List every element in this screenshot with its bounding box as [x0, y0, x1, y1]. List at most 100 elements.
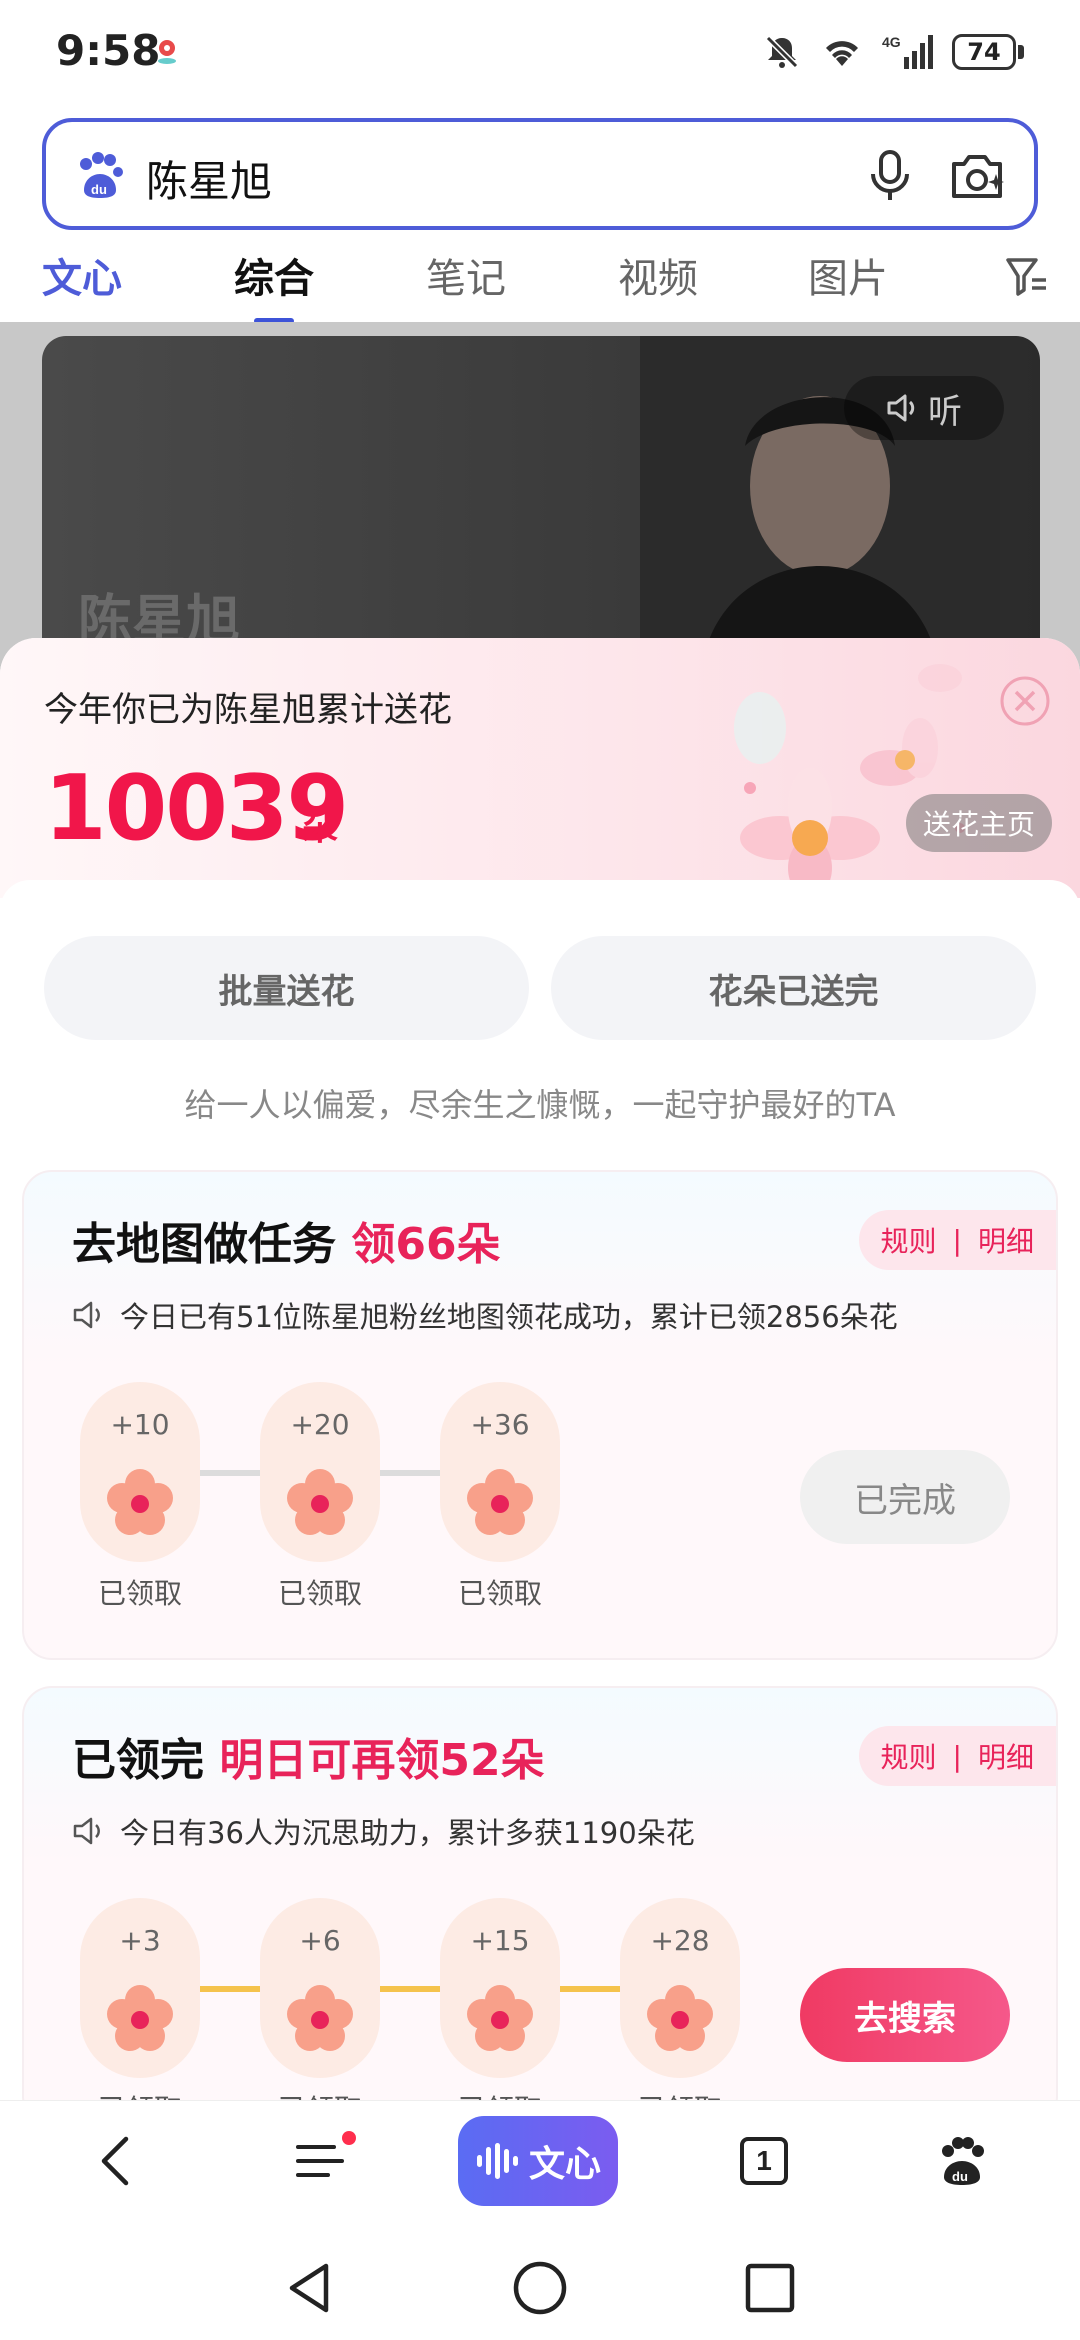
search-tabs: 文心 综合 笔记 视频 图片 — [0, 240, 1080, 324]
browser-bottom-nav: 文心 1 du — [0, 2100, 1080, 2220]
step-connector — [196, 1470, 264, 1476]
nav-recents-icon[interactable] — [740, 2258, 800, 2318]
filter-icon[interactable] — [1004, 254, 1050, 298]
map-step: +36 已领取 — [440, 1382, 560, 1612]
search-step: +28 已领取 — [620, 1898, 740, 2100]
flower-icon — [107, 1985, 173, 2051]
speaker-icon — [887, 394, 915, 422]
svg-text:du: du — [952, 2169, 968, 2184]
tab-count: 1 — [756, 2145, 772, 2176]
microphone-icon[interactable] — [864, 148, 916, 204]
go-search-button[interactable]: 去搜索 — [800, 1968, 1010, 2062]
wenxin-button[interactable]: 文心 — [458, 2116, 618, 2206]
flower-icon — [647, 1985, 713, 2051]
map-task-card: 去地图做任务 领66朵 规则 | 明细 今日已有51位陈星旭粉丝地图领花成功，累… — [22, 1170, 1058, 1660]
tagline: 给一人以偏爱，尽余生之慷慨，一起守护最好的TA — [184, 1086, 896, 1124]
sheet-header: 今年你已为陈星旭累计送花 10039 朵 送花主页 — [0, 638, 1080, 898]
mute-icon — [765, 35, 799, 69]
close-icon[interactable] — [998, 674, 1052, 728]
step-connector — [556, 1986, 624, 1992]
search-task-title-highlight: 明日可再领52朵 — [219, 1735, 545, 1786]
tab-videos[interactable]: 视频 — [618, 246, 698, 304]
step-status: 已领取 — [260, 2088, 380, 2100]
tab-all[interactable]: 综合 — [234, 246, 314, 324]
search-bar[interactable]: du 陈星旭 — [42, 118, 1038, 230]
sheet-title: 今年你已为陈星旭累计送花 — [44, 690, 452, 730]
map-task-notice-text: 今日已有51位陈星旭粉丝地图领花成功，累计已领2856朵花 — [120, 1300, 898, 1334]
wenxin-button-label: 文心 — [528, 2144, 601, 2185]
svg-text:4G: 4G — [882, 34, 901, 50]
search-task-title-prefix: 已领完 — [72, 1735, 204, 1786]
step-connector — [376, 1470, 444, 1476]
menu-icon — [296, 2145, 344, 2177]
search-input[interactable]: 陈星旭 — [146, 148, 272, 209]
map-step: +20 已领取 — [260, 1382, 380, 1612]
tab-images[interactable]: 图片 — [808, 246, 888, 304]
step-status: 已领取 — [277, 1577, 362, 1610]
task-completed-button[interactable]: 已完成 — [800, 1450, 1010, 1544]
search-task-notice-text: 今日有36人为沉思助力，累计多获1190朵花 — [120, 1816, 695, 1850]
step-status: 已领取 — [620, 2088, 740, 2100]
rules-separator: | — [952, 1223, 962, 1257]
search-task-rules: 规则 | 明细 — [858, 1726, 1056, 1786]
map-task-rules: 规则 | 明细 — [858, 1210, 1056, 1270]
step-status: 已领取 — [440, 2088, 560, 2100]
step-bonus: +6 — [299, 1924, 341, 1957]
nav-home-icon[interactable] — [510, 2258, 570, 2318]
status-time: 9:58 — [56, 26, 161, 75]
rules-link[interactable]: 规则 — [881, 1220, 937, 1260]
hero-card: 陈星旭 听 — [42, 336, 1040, 676]
system-nav — [0, 2220, 1080, 2340]
step-bonus: +15 — [470, 1924, 530, 1957]
back-arrow-icon — [101, 2136, 129, 2186]
baidu-home-button[interactable]: du — [932, 2125, 992, 2197]
step-bonus: +3 — [119, 1924, 161, 1957]
map-task-title-highlight: 领66朵 — [351, 1219, 501, 1270]
step-bonus: +10 — [110, 1408, 170, 1441]
tab-all-label: 综合 — [234, 256, 314, 302]
battery-level: 74 — [967, 38, 1001, 66]
camera-icon[interactable] — [948, 148, 1006, 204]
search-step: +15 已领取 — [440, 1898, 560, 2100]
step-bonus: +28 — [650, 1924, 710, 1957]
step-bonus: +20 — [290, 1408, 350, 1441]
details-link[interactable]: 明细 — [978, 1736, 1034, 1776]
map-step: +10 已领取 — [80, 1382, 200, 1612]
rules-separator: | — [952, 1739, 962, 1773]
details-link[interactable]: 明细 — [978, 1220, 1034, 1260]
battery-indicator: 74 — [952, 34, 1024, 70]
search-task-card: 已领完 明日可再领52朵 规则 | 明细 今日有36人为沉思助力，累计多获119… — [22, 1686, 1058, 2100]
flowers-used-up-button[interactable]: 花朵已送完 — [551, 936, 1036, 1040]
sheet-body: 批量送花 花朵已送完 给一人以偏爱，尽余生之慷慨，一起守护最好的TA 去地图做任… — [0, 880, 1080, 2100]
search-step: +3 已领取 — [80, 1898, 200, 2100]
wenxin-wave-icon — [476, 2143, 518, 2179]
tab-count-icon: 1 — [740, 2137, 788, 2185]
wifi-icon — [826, 41, 858, 66]
action-pills: 批量送花 花朵已送完 — [44, 936, 1036, 1040]
map-task-title: 去地图做任务 领66朵 — [72, 1208, 501, 1272]
nav-back-icon[interactable] — [280, 2258, 340, 2318]
rules-link[interactable]: 规则 — [881, 1736, 937, 1776]
back-button[interactable] — [86, 2125, 146, 2197]
tab-wenxin[interactable]: 文心 — [42, 246, 122, 304]
menu-button[interactable] — [288, 2125, 356, 2197]
flower-home-button[interactable]: 送花主页 — [906, 794, 1052, 852]
tabs-button[interactable]: 1 — [736, 2125, 792, 2197]
baidu-paw-icon: du — [942, 2137, 984, 2185]
tab-notes[interactable]: 笔记 — [426, 246, 506, 304]
listen-button[interactable]: 听 — [844, 376, 1004, 440]
step-status: 已领取 — [97, 1577, 182, 1610]
location-icon — [158, 40, 176, 64]
status-bar: 9:58 4G 74 — [0, 0, 1080, 110]
flower-icon — [287, 1985, 353, 2051]
step-bonus: +36 — [470, 1408, 530, 1441]
search-task-notice: 今日有36人为沉思助力，累计多获1190朵花 — [72, 1810, 695, 1852]
notification-dot — [342, 2131, 356, 2145]
step-status: 已领取 — [80, 2088, 200, 2100]
flower-sheet: 今年你已为陈星旭累计送花 10039 朵 送花主页 批量送花 花朵已送完 给一人… — [0, 638, 1080, 2100]
listen-label: 听 — [928, 391, 962, 432]
search-step: +6 已领取 — [260, 1898, 380, 2100]
map-task-notice: 今日已有51位陈星旭粉丝地图领花成功，累计已领2856朵花 — [72, 1294, 898, 1336]
batch-send-button[interactable]: 批量送花 — [44, 936, 529, 1040]
step-connector — [196, 1986, 264, 1992]
